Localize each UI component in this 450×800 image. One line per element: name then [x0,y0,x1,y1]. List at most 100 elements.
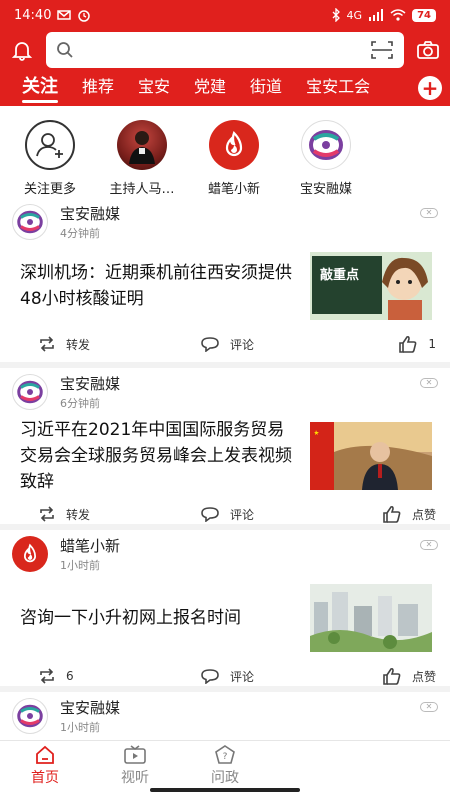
nav-home[interactable]: 首页 [0,745,90,787]
card-header: 蜡笔小新 1小时前 [0,530,450,578]
card-time: 4分钟前 [60,227,100,240]
tab-recommend[interactable]: 推荐 [70,70,126,106]
bottom-navigation: 首页 视听 ? 问政 [0,740,450,800]
tv-icon [124,745,146,764]
nav-inquiry[interactable]: ? 问政 [180,745,270,787]
card-time: 1小时前 [60,721,100,734]
nav-item-5[interactable] [360,745,450,747]
close-icon[interactable]: ✕ [420,208,438,218]
news-feed: 宝安融媒 4分钟前 ✕ 深圳机场：近期乘机前往西安须提供48小时核酸证明 敲重点… [0,198,450,746]
wifi-icon [390,9,406,21]
search-bar[interactable] [46,32,404,68]
media-logo-icon[interactable] [12,698,48,734]
card-body: 咨询一下小升初网上报名时间 [0,578,450,658]
comment-label: 评论 [230,337,255,352]
camera-icon[interactable] [414,36,442,64]
home-indicator [150,788,300,792]
notification-bell-icon[interactable] [8,36,36,64]
repost-icon [40,506,54,522]
card-title[interactable]: 习近平在2021年中国国际服务贸易交易会全球服务贸易峰会上发表视频致辞 [20,417,300,495]
status-bar: 14:40 4G 74 [0,0,450,30]
feed-card[interactable]: 宝安融媒 4分钟前 ✕ 深圳机场：近期乘机前往西安须提供48小时核酸证明 敲重点… [0,198,450,362]
card-body: 深圳机场：近期乘机前往西安须提供48小时核酸证明 敲重点 [0,246,450,326]
nav-video[interactable]: 视听 [90,745,180,787]
close-icon[interactable]: ✕ [420,702,438,712]
comment-icon [201,337,219,352]
repost-icon [40,668,54,684]
card-author[interactable]: 宝安融媒 [60,697,120,718]
follow-item-host[interactable]: 主持人马… [100,120,184,197]
search-row [0,30,450,70]
thumb-text: 敲重点 [320,268,360,283]
card-body: 习近平在2021年中国国际服务贸易交易会全球服务贸易峰会上发表视频致辞 [0,416,450,496]
search-icon [57,42,73,58]
card-title[interactable]: 咨询一下小升初网上报名时间 [20,605,300,631]
follow-item-label: 蜡笔小新 [207,182,260,197]
nav-item-4[interactable] [270,745,360,747]
like-label: 点赞 [411,669,436,684]
follow-item-more[interactable]: 关注更多 [8,120,92,197]
search-input[interactable] [82,42,370,58]
repost-button[interactable]: 转发 [38,336,200,353]
card-thumbnail[interactable]: 敲重点 [310,252,432,320]
like-label: 点赞 [411,507,436,522]
comment-icon [201,507,219,522]
repost-count: 6 [66,669,74,683]
scan-icon[interactable] [370,40,394,60]
status-time: 14:40 [14,7,52,23]
nav-label: 视听 [121,770,149,786]
thumbs-up-icon [383,667,401,685]
follow-item-crayon[interactable]: 蜡笔小新 [192,120,276,197]
media-logo-icon[interactable] [12,204,48,240]
fire-icon[interactable] [12,536,48,572]
repost-label: 转发 [66,507,91,522]
card-author[interactable]: 宝安融媒 [60,373,120,394]
comment-button[interactable]: 评论 [200,336,360,353]
tab-baoan[interactable]: 宝安 [126,70,182,106]
card-author[interactable]: 宝安融媒 [60,203,120,224]
thumbs-up-icon [399,335,417,353]
repost-button[interactable]: 6 [38,668,200,684]
like-button[interactable]: 点赞 [382,667,436,685]
follow-item-baoan-media[interactable]: 宝安融媒 [284,120,368,197]
follow-item-label: 主持人马… [109,182,175,197]
tab-street[interactable]: 街道 [238,70,294,106]
close-icon[interactable]: ✕ [420,378,438,388]
media-logo-icon[interactable] [12,374,48,410]
like-button[interactable]: 点赞 [382,505,436,523]
repost-button[interactable]: 转发 [38,506,200,523]
feed-card[interactable]: 宝安融媒 6分钟前 ✕ 习近平在2021年中国国际服务贸易交易会全球服务贸易峰会… [0,362,450,524]
add-channel-button[interactable]: + [418,76,442,100]
feed-card[interactable]: 宝安融媒 1小时前 ✕ [0,686,450,746]
add-user-icon [25,120,75,170]
alarm-icon [78,10,91,22]
comment-icon [201,669,219,684]
nav-label: 首页 [31,770,59,786]
follow-item-label: 宝安融媒 [299,182,352,197]
like-button[interactable]: 1 [398,335,436,353]
card-actions: 转发 评论 1 [0,326,450,362]
card-thumbnail[interactable] [310,422,432,490]
repost-label: 转发 [66,337,91,352]
signal-icon [369,9,384,21]
comment-button[interactable]: 评论 [200,668,360,685]
nav-label: 问政 [211,770,239,786]
comment-button[interactable]: 评论 [200,506,360,523]
comment-label: 评论 [230,669,255,684]
tab-party[interactable]: 党建 [182,70,238,106]
channel-tabs: 关注 推荐 宝安 党建 街道 宝安工会 + [0,70,450,106]
tab-baoan-union[interactable]: 宝安工会 [294,70,382,106]
close-icon[interactable]: ✕ [420,540,438,550]
followed-accounts-row: 关注更多 主持人马… 蜡笔小新 宝安融媒 [0,106,450,198]
card-title[interactable]: 深圳机场：近期乘机前往西安须提供48小时核酸证明 [20,260,300,312]
mail-icon [57,10,72,20]
card-header: 宝安融媒 6分钟前 [0,368,450,416]
network-label: 4G [346,8,363,22]
card-author[interactable]: 蜡笔小新 [60,535,120,556]
card-time: 1小时前 [60,559,100,572]
card-thumbnail[interactable] [310,584,432,652]
bluetooth-icon [332,8,340,22]
tab-follow[interactable]: 关注 [10,70,70,106]
feed-card[interactable]: 蜡笔小新 1小时前 ✕ 咨询一下小升初网上报名时间 6 评论 点赞 [0,524,450,686]
battery-level: 74 [412,8,436,22]
